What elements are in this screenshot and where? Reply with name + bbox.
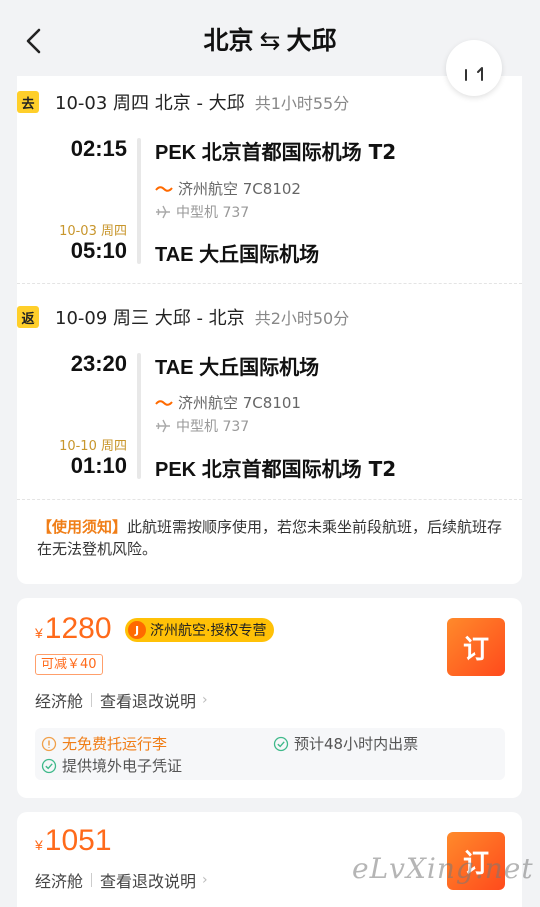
check-circle-icon xyxy=(41,758,57,773)
outbound-tag: 去 xyxy=(17,91,39,113)
outbound-arr-date: 10-03 周四 xyxy=(59,224,127,239)
swap-icon: ⇆ xyxy=(259,26,281,55)
cabin-row: 经济舱 查看退改说明 › xyxy=(35,688,208,712)
share-button[interactable] xyxy=(446,40,502,96)
chevron-right-icon: › xyxy=(202,872,208,888)
return-arr-airport: PEK 北京首都国际机场 T2 xyxy=(155,457,397,481)
return-dep-time: 23:20 xyxy=(70,351,127,376)
trip-card: 去 10-03 周四 北京 - 大邱 共1小时55分 02:15 PEK 北京首… xyxy=(17,76,522,584)
outbound-timeline xyxy=(137,138,141,264)
discount-badge: 可减￥40 xyxy=(35,654,103,675)
jejuair-logo-icon xyxy=(155,399,173,406)
title-origin: 北京 xyxy=(203,26,254,55)
watermark: eLvXing.net xyxy=(352,852,534,885)
outbound-date: 10-03 周四 北京 - 大邱 xyxy=(55,93,245,114)
info-circle-icon xyxy=(41,736,57,751)
outbound-airline: 济州航空 7C8102 xyxy=(155,178,301,199)
ticketing-info: 预计48小时内出票 xyxy=(273,733,418,754)
return-arr-time: 01:10 xyxy=(70,453,127,478)
return-airline: 济州航空 7C8101 xyxy=(155,392,301,413)
notice-divider xyxy=(17,499,522,500)
offer-card: ¥1280 J 济州航空·授权专营 可减￥40 经济舱 查看退改说明 › 订 无… xyxy=(17,598,522,798)
cabin-class: 经济舱 xyxy=(35,692,84,711)
outbound-dep-airport: PEK 北京首都国际机场 T2 xyxy=(155,140,397,164)
segment-divider xyxy=(17,283,522,284)
offer-price: ¥1051 xyxy=(35,824,112,857)
chevron-right-icon: › xyxy=(202,692,208,708)
offer-info-box: 无免费托运行李 预计48小时内出票 提供境外电子凭证 xyxy=(35,728,505,780)
return-aircraft: 中型机 737 xyxy=(155,416,249,436)
refund-rules-link[interactable]: 查看退改说明 xyxy=(100,688,196,712)
return-arr-date: 10-10 周四 xyxy=(59,439,127,454)
return-duration: 共2小时50分 xyxy=(254,309,350,328)
cabin-row: 经济舱 查看退改说明 › xyxy=(35,868,208,892)
outbound-duration: 共1小时55分 xyxy=(254,94,350,113)
book-button[interactable]: 订 xyxy=(447,618,505,676)
check-circle-icon xyxy=(273,736,289,751)
authorized-badge: J 济州航空·授权专营 xyxy=(125,618,275,642)
jejuair-logo-icon xyxy=(155,185,173,192)
return-timeline xyxy=(137,353,141,479)
voucher-info: 提供境外电子凭证 xyxy=(41,755,182,776)
notice-label: 【使用须知】 xyxy=(37,518,128,536)
outbound-aircraft: 中型机 737 xyxy=(155,202,249,222)
plane-icon xyxy=(156,205,170,219)
share-icon xyxy=(465,67,483,81)
return-dep-airport: TAE 大丘国际机场 xyxy=(155,355,320,379)
cabin-class: 经济舱 xyxy=(35,872,84,891)
title-destination: 大邱 xyxy=(286,26,337,55)
outbound-arr-time: 05:10 xyxy=(70,238,127,263)
jejuair-badge-icon: J xyxy=(128,621,146,639)
outbound-arr-airport: TAE 大丘国际机场 xyxy=(155,242,320,266)
offer-price: ¥1280 xyxy=(35,612,112,645)
baggage-info: 无免费托运行李 xyxy=(41,733,167,754)
usage-notice: 【使用须知】此航班需按顺序使用，若您未乘坐前段航班，后续航班存在无法登机风险。 xyxy=(37,516,507,560)
refund-rules-link[interactable]: 查看退改说明 xyxy=(100,868,196,892)
plane-icon xyxy=(156,419,170,433)
outbound-dep-time: 02:15 xyxy=(70,136,127,161)
return-date: 10-09 周三 大邱 - 北京 xyxy=(55,308,245,329)
return-tag: 返 xyxy=(17,306,39,328)
